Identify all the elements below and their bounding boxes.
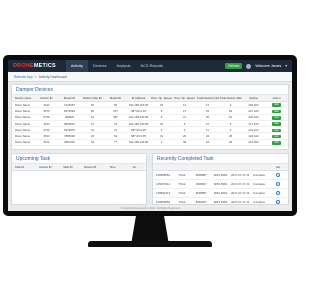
- table-row: 145854413 Think 6695887 8251 8364 2017-07-17…: [153, 188, 288, 198]
- table-cell: 145854413: [153, 188, 173, 198]
- logo[interactable]: DRONE METICS: [13, 63, 56, 69]
- user-name[interactable]: Welcome James: [255, 64, 281, 68]
- edit-button[interactable]: Edit: [272, 115, 281, 120]
- table-cell: 1: [150, 139, 173, 147]
- nav-tab-devices[interactable]: Devices: [88, 60, 112, 72]
- table-cell: 0671: [35, 139, 58, 147]
- table-row: 136898654 Think 6695887 8251 8364 2017-07-17…: [153, 170, 288, 180]
- table-cell: 2017-07-17 22:36:25: [230, 179, 250, 189]
- table-cell: Think: [172, 179, 192, 189]
- column-header: Device ID: [78, 164, 102, 171]
- screen: DRONE METICS Activity Devices Analysis N…: [8, 60, 292, 211]
- header-right: Refresh Welcome James ▾: [225, 63, 287, 69]
- table-cell: 136898654: [153, 170, 173, 180]
- edit-button[interactable]: Edit: [272, 128, 281, 132]
- table-cell: Complete: [249, 188, 269, 198]
- table-cell: 8251 8364: [210, 170, 231, 180]
- logo-part1: DRONE: [13, 63, 34, 69]
- table-cell: Disco Name: [12, 139, 35, 147]
- table-cell: 6695887: [191, 188, 211, 198]
- edit-button[interactable]: Edit: [272, 134, 281, 139]
- table-cell: 8251 8364: [210, 188, 231, 198]
- user-avatar-icon[interactable]: [246, 63, 252, 69]
- info-circle-icon[interactable]: [276, 172, 281, 177]
- table-cell: 36: [219, 139, 242, 147]
- breadcrumb: Remote App > Activity Dashboard: [8, 72, 292, 82]
- table-cell: 192.168.100.90: [127, 139, 150, 147]
- table-cell: 140859554: [153, 197, 173, 207]
- info-circle-icon[interactable]: [276, 181, 281, 186]
- edit-button[interactable]: Edit: [272, 141, 281, 145]
- column-header: Time: [101, 164, 124, 171]
- devices-panel-title: Damper Devices: [12, 85, 288, 95]
- breadcrumb-separator: >: [34, 74, 37, 79]
- refresh-badge[interactable]: Refresh: [225, 63, 243, 69]
- edit-button[interactable]: Edit: [272, 109, 281, 114]
- table-cell: Complete: [249, 170, 269, 180]
- edit-button[interactable]: Edit: [272, 103, 281, 107]
- breadcrumb-root[interactable]: Remote App: [14, 75, 33, 79]
- table-cell: Complete: [249, 197, 269, 207]
- table-cell: 125657014: [153, 179, 173, 189]
- action-cell: Edit: [265, 139, 288, 147]
- table-cell: 4562316: [58, 139, 81, 147]
- app-header: DRONE METICS Activity Devices Analysis N…: [8, 60, 292, 72]
- nav-tab-reports[interactable]: NCS Reports: [136, 60, 168, 72]
- column-header: Task ID: [12, 164, 35, 171]
- devices-table: Device name Device ID Model ID Bottom Site …: [12, 95, 288, 147]
- action-cell: [268, 197, 288, 207]
- monitor-stand-base: [88, 241, 212, 247]
- monitor: DRONE METICS Activity Devices Analysis N…: [3, 55, 297, 216]
- table-cell: 8365287: [191, 197, 211, 207]
- column-header: Device ID: [34, 164, 57, 171]
- table-cell: 43: [81, 139, 104, 147]
- table-cell: 2017-07-17 22:36:25: [230, 188, 250, 198]
- table-cell: 54: [196, 139, 219, 147]
- table-cell: 49: [173, 139, 196, 147]
- action-cell: [268, 170, 288, 180]
- completed-panel: Recently Completed Task Act. 136898654 Th…: [152, 153, 289, 207]
- breadcrumb-current: Activity Dashboard: [38, 74, 67, 79]
- logo-part2: METICS: [33, 63, 56, 69]
- completed-table: Act. 136898654 Think 6695887 8251 8364 2017-…: [153, 164, 288, 207]
- main-nav: Activity Devices Analysis NCS Reports: [65, 60, 168, 72]
- info-circle-icon[interactable]: [276, 190, 281, 195]
- info-circle-icon[interactable]: [276, 199, 281, 204]
- devices-panel: Damper Devices Device name Device ID Model…: [11, 84, 289, 150]
- completed-panel-title: Recently Completed Task: [153, 154, 288, 164]
- table-row: 125657014 Think 3696667 8251 8364 2017-07-17…: [153, 179, 288, 189]
- column-header: Task ID: [56, 164, 79, 171]
- table-cell: 6695887: [191, 170, 211, 180]
- table-cell: 8251 8364: [210, 179, 231, 189]
- table-cell: Complete: [249, 179, 269, 189]
- monitor-stand-neck: [131, 216, 169, 242]
- table-cell: 77: [104, 139, 127, 147]
- table-cell: 3696667: [191, 179, 211, 189]
- table-cell: 8251 8364: [210, 197, 231, 207]
- column-header: Ac.: [123, 164, 146, 171]
- edit-button[interactable]: Edit: [272, 122, 281, 126]
- table-row: 140859554 Think 8365287 8251 8364 2017-07-17…: [153, 197, 288, 207]
- table-cell: 313.260: [242, 139, 265, 147]
- table-cell: Think: [172, 188, 192, 198]
- table-row: Disco Name 0671 4562316 43 77 192.168.100.90 1…: [12, 139, 288, 147]
- upcoming-panel-title: Upcoming Task: [12, 154, 146, 164]
- nav-tab-analysis[interactable]: Analysis: [111, 60, 135, 72]
- upcoming-panel: Upcoming Task Task ID Device ID Task ID Dev…: [11, 153, 147, 205]
- table-cell: 2017-07-17 22:36:25: [230, 170, 250, 180]
- nav-tab-activity[interactable]: Activity: [65, 60, 88, 72]
- table-cell: Think: [172, 197, 192, 207]
- table-cell: 2017-07-17 22:36:25: [230, 197, 250, 207]
- chevron-down-icon[interactable]: ▾: [285, 64, 287, 68]
- upcoming-table: Task ID Device ID Task ID Device ID Time Ac.: [12, 164, 146, 171]
- table-cell: Think: [172, 170, 192, 180]
- action-cell: [268, 179, 288, 189]
- footer-copyright: © Copyright Dronemetics 2017. All Rights…: [119, 207, 181, 210]
- action-cell: [268, 188, 288, 198]
